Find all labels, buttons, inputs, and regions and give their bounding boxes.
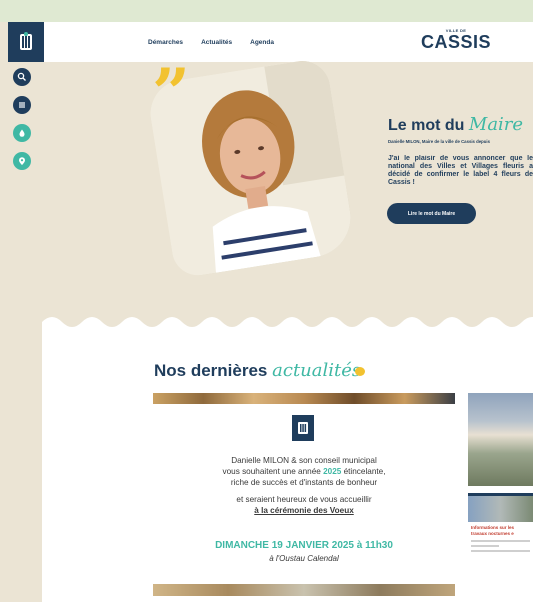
crest-icon xyxy=(20,32,32,50)
card-line-1: Danielle MILON & son conseil municipal xyxy=(231,456,377,465)
location-icon[interactable] xyxy=(13,152,31,170)
news-title: Nos dernières actualités xyxy=(154,360,366,381)
read-mayor-button[interactable]: Lire le mot du Maire xyxy=(387,203,476,224)
city-logo[interactable] xyxy=(8,22,44,62)
text-line xyxy=(471,550,530,552)
nav-actualites[interactable]: Actualités xyxy=(201,39,232,46)
top-strip xyxy=(0,0,533,22)
quote-icon: ” xyxy=(152,54,190,132)
card-line-2-b: étincelante, xyxy=(341,467,386,476)
main-nav: Démarches Actualités Agenda xyxy=(148,39,274,46)
card-place: à l'Oustau Calendal xyxy=(269,554,339,563)
card-banner-top xyxy=(153,393,455,404)
yellow-dot-icon xyxy=(355,367,366,377)
card-message: Danielle MILON & son conseil municipal v… xyxy=(153,455,455,516)
menu-icon[interactable] xyxy=(13,96,31,114)
brand-main: CASSIS xyxy=(420,32,491,52)
news-card-photo[interactable] xyxy=(468,393,533,486)
site-header: Démarches Actualités Agenda VILLE DE CAS… xyxy=(8,22,533,62)
card-banner-bottom xyxy=(153,584,455,596)
card-line-3: riche de succès et d'instants de bonheur xyxy=(230,478,378,487)
card-crest-icon xyxy=(292,415,314,441)
search-icon[interactable] xyxy=(13,68,31,86)
text-line xyxy=(471,545,499,547)
mot-title-plain: Le mot du xyxy=(388,117,465,134)
drop-icon[interactable] xyxy=(13,124,31,142)
side-toolbar xyxy=(13,68,31,170)
mot-subtitle: Danielle MILON, Maire de la ville de Cas… xyxy=(388,139,490,144)
card-line-2-a: vous souhaitent une année xyxy=(222,467,324,476)
card-year: 2025 xyxy=(323,467,342,476)
news-card-works[interactable]: Informations sur les travaux nocturnes e xyxy=(468,493,533,597)
nav-agenda[interactable]: Agenda xyxy=(250,39,274,46)
brand-logo[interactable]: VILLE DE CASSIS xyxy=(421,28,491,51)
card-line-5: à la cérémonie des Voeux xyxy=(254,506,354,515)
nav-demarches[interactable]: Démarches xyxy=(148,39,183,46)
text-line xyxy=(471,540,530,542)
news-title-plain: Nos dernières xyxy=(154,361,268,380)
news-title-script: actualités xyxy=(272,360,362,381)
card-date: DIMANCHE 19 JANVIER 2025 à 11h30 xyxy=(215,540,393,551)
card-line-2: vous souhaitent une année 2025 étincelan… xyxy=(153,466,455,477)
mot-title-script: Maire xyxy=(468,114,524,135)
news-card-main[interactable]: Danielle MILON & son conseil municipal v… xyxy=(153,393,455,596)
mot-title: Le mot du Maire xyxy=(388,114,523,135)
card-line-4: et seraient heureux de vous accueillir xyxy=(236,495,372,504)
mot-text: J'ai le plaisir de vous annoncer que le … xyxy=(388,155,533,186)
works-title: Informations sur les travaux nocturnes e xyxy=(471,525,515,536)
works-image xyxy=(468,496,533,522)
